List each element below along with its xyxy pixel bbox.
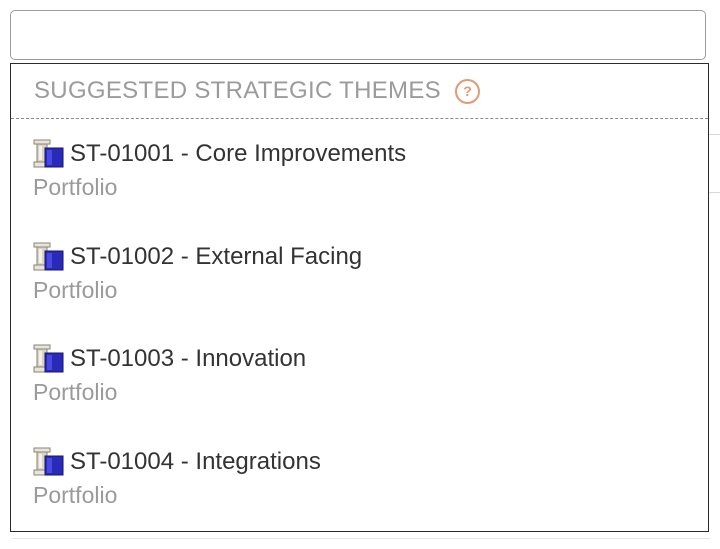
strategic-theme-icon (33, 344, 64, 373)
suggestion-list: ST-01001 - Core Improvements Portfolio S… (11, 119, 708, 529)
item-title: ST-01002 - External Facing (70, 242, 363, 270)
strategic-theme-icon (33, 139, 64, 168)
dropdown-header: SUGGESTED STRATEGIC THEMES ? (11, 64, 708, 119)
strategic-theme-icon (33, 447, 64, 475)
suggestion-item[interactable]: ST-01003 - Innovation Portfolio (11, 324, 708, 427)
background-divider (12, 538, 710, 539)
suggestion-item[interactable]: ST-01001 - Core Improvements Portfolio (11, 119, 708, 222)
suggestion-item[interactable]: ST-01004 - Integrations Portfolio (11, 427, 708, 530)
dropdown-title: SUGGESTED STRATEGIC THEMES (34, 77, 441, 104)
item-title: ST-01003 - Innovation (70, 345, 307, 372)
item-subtitle: Portfolio (33, 379, 118, 405)
item-title: ST-01001 - Core Improvements (70, 140, 407, 167)
item-subtitle: Portfolio (33, 481, 118, 508)
background-divider (708, 192, 720, 193)
item-subtitle: Portfolio (33, 276, 118, 303)
theme-search-input[interactable] (10, 10, 706, 60)
suggestions-dropdown: SUGGESTED STRATEGIC THEMES ? ST-01001 - … (10, 63, 709, 532)
suggestion-item[interactable]: ST-01002 - External Facing Portfolio (11, 222, 708, 325)
item-subtitle: Portfolio (33, 174, 118, 200)
strategic-theme-icon (33, 242, 64, 270)
item-title: ST-01004 - Integrations (70, 447, 321, 475)
background-divider (708, 134, 720, 135)
help-question-icon[interactable]: ? (454, 78, 480, 104)
